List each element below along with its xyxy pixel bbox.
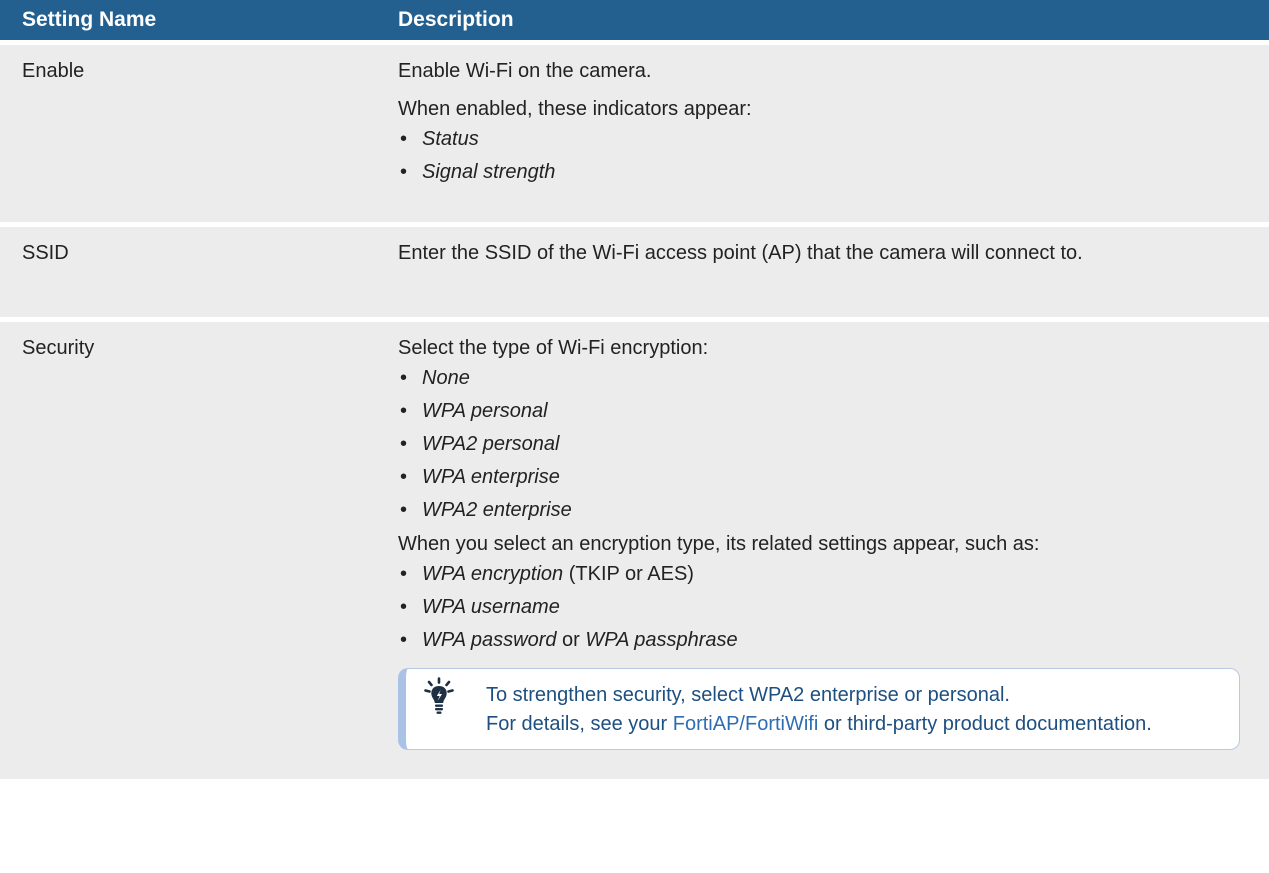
desc-paragraph: When enabled, these indicators appear: (398, 98, 752, 120)
header-description: Description (398, 0, 1269, 43)
desc-paragraph: Enter the SSID of the Wi-Fi access point… (398, 242, 1083, 264)
setting-desc-enable: Enable Wi-Fi on the camera. When enabled… (398, 40, 1269, 225)
desc-paragraph: Enable Wi-Fi on the camera. (398, 60, 652, 82)
table-row: Security Select the type of Wi-Fi encryp… (0, 317, 1269, 779)
setting-name-ssid: SSID (0, 222, 398, 320)
setting-name-security: Security (0, 317, 398, 779)
table-header-row: Setting Name Description (0, 0, 1269, 43)
indicator-list: • Status • Signal strength (398, 125, 1259, 186)
tip-callout: To strengthen security, select WPA2 ente… (398, 668, 1240, 750)
setting-desc-ssid: Enter the SSID of the Wi-Fi access point… (398, 222, 1269, 320)
fortiap-fortiwifi-link[interactable]: FortiAP/FortiWifi (673, 713, 819, 735)
lightbulb-icon (424, 677, 462, 723)
related-settings-list: • WPA encryption (TKIP or AES) • WPA usern… (398, 560, 1259, 654)
list-item: • Status (400, 128, 479, 150)
list-item: • WPA password or WPA passphrase (400, 629, 738, 651)
header-setting-name: Setting Name (0, 0, 398, 43)
list-item: • Signal strength (400, 161, 556, 183)
table-row: SSID Enter the SSID of the Wi-Fi access … (0, 222, 1269, 320)
list-item: • WPA personal (400, 400, 548, 422)
desc-paragraph: When you select an encryption type, its … (398, 533, 1040, 555)
settings-table: Setting Name Description Enable Enable W… (0, 0, 1269, 779)
desc-paragraph: Select the type of Wi-Fi encryption: (398, 337, 709, 359)
list-item: • WPA encryption (TKIP or AES) (400, 563, 694, 585)
list-item: • WPA username (400, 596, 560, 618)
list-item: • WPA2 enterprise (400, 499, 572, 521)
list-item: • None (400, 367, 470, 389)
setting-desc-security: Select the type of Wi-Fi encryption: • No… (398, 317, 1269, 779)
list-item: • WPA enterprise (400, 466, 560, 488)
list-item: • WPA2 personal (400, 433, 560, 455)
tip-text: To strengthen security, select WPA2 ente… (486, 684, 1152, 735)
table-row: Enable Enable Wi-Fi on the camera. When … (0, 40, 1269, 225)
setting-name-enable: Enable (0, 40, 398, 225)
encryption-type-list: • None • WPA personal • WPA2 personal • WPA … (398, 364, 1259, 524)
